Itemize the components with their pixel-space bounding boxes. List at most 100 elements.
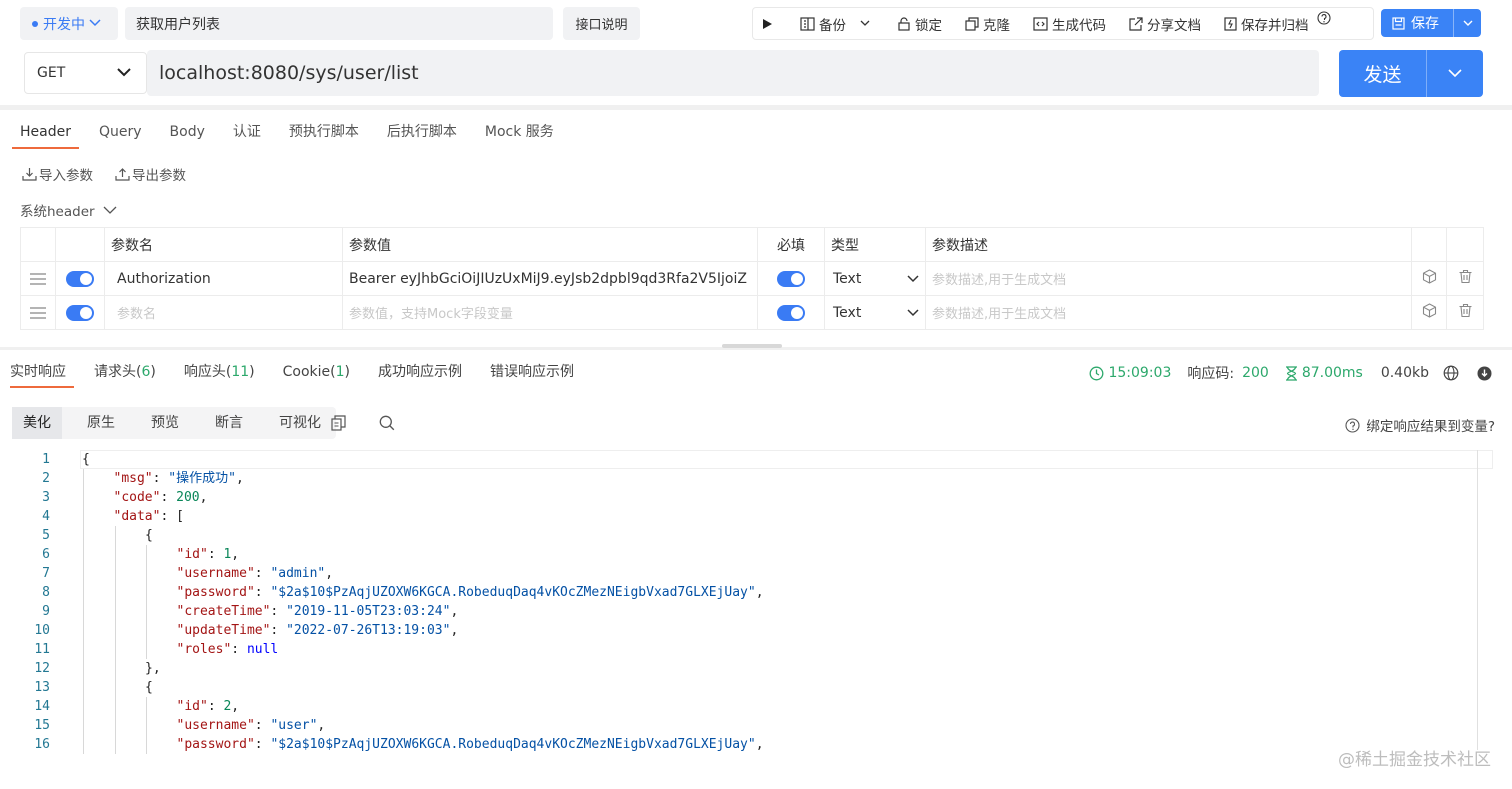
status-dropdown[interactable]: 开发中	[20, 7, 118, 40]
code-line: 1{	[0, 450, 1495, 469]
delete-button[interactable]	[1446, 261, 1484, 296]
required-toggle[interactable]	[757, 261, 825, 296]
api-name-input[interactable]	[125, 7, 553, 40]
line-number: 11	[34, 642, 50, 657]
clone-label: 克隆	[983, 17, 1010, 34]
required-toggle[interactable]	[757, 295, 825, 330]
line-number: 8	[42, 585, 50, 600]
view-tab-visualize[interactable]: 可视化	[268, 407, 332, 439]
drag-handle[interactable]	[20, 261, 56, 296]
param-value-cell[interactable]: Bearer eyJhbGciOiJIUzUxMiJ9.eyJsb2dpbl9q…	[342, 261, 758, 296]
type-select[interactable]: Text	[824, 295, 926, 330]
import-params-button[interactable]: 导入参数	[22, 164, 93, 184]
tab-mock[interactable]: Mock 服务	[485, 122, 554, 150]
code-token: :	[270, 623, 287, 638]
code-token: ,	[317, 718, 326, 733]
status-code: 200	[1242, 365, 1269, 381]
delete-col	[1446, 227, 1484, 262]
param-name-cell[interactable]: Authorization	[104, 261, 343, 296]
table-row-new: 参数名 参数值，支持Mock字段变量 Text 参数描述,用于生成文档	[20, 295, 1484, 330]
send-button[interactable]: 发送	[1339, 50, 1483, 97]
code-token: "2019-11-05T23:03:24"	[286, 604, 451, 619]
panel-resize-handle[interactable]	[722, 344, 782, 348]
drag-col	[20, 227, 56, 262]
download-circle-icon[interactable]	[1477, 366, 1492, 381]
tab-request-headers[interactable]: 请求头(6)	[94, 362, 156, 388]
code-token: :	[254, 718, 271, 733]
share-doc-label: 分享文档	[1147, 17, 1201, 34]
lock-label: 锁定	[915, 17, 942, 34]
tab-cookie[interactable]: Cookie(1)	[283, 362, 350, 388]
clone-button[interactable]: 克隆	[965, 14, 1010, 34]
code-token: "id"	[176, 699, 208, 714]
type-select[interactable]: Text	[824, 261, 926, 296]
code-token: :	[160, 490, 177, 505]
tab-post-script[interactable]: 后执行脚本	[387, 122, 457, 150]
bind-variable-label: 绑定响应结果到变量?	[1366, 419, 1495, 435]
param-desc-cell[interactable]: 参数描述,用于生成文档	[925, 261, 1412, 296]
code-text: "password": "$2a$10$PzAqjUZOXW6KGCA.Robe…	[177, 735, 764, 754]
code-text: "msg": "操作成功",	[114, 469, 244, 488]
line-number: 10	[34, 623, 50, 638]
enable-toggle[interactable]	[55, 295, 105, 330]
lock-button[interactable]: 锁定	[897, 14, 942, 34]
backup-button[interactable]: 备份	[800, 14, 874, 34]
view-tab-pretty[interactable]: 美化	[12, 407, 62, 439]
delete-button[interactable]	[1446, 295, 1484, 330]
cube-icon	[1422, 269, 1436, 284]
save-options-button[interactable]	[1453, 9, 1481, 37]
top-bar: 开发中 接口说明 备份 锁定 克隆 生成代码 分享文档	[0, 0, 1512, 105]
code-token: :	[254, 737, 271, 752]
run-button[interactable]	[761, 18, 777, 30]
globe-icon[interactable]	[1443, 365, 1459, 381]
code-text: "password": "$2a$10$PzAqjUZOXW6KGCA.Robe…	[177, 583, 764, 602]
save-button[interactable]: 保存	[1381, 9, 1481, 37]
mock-button[interactable]	[1411, 261, 1447, 296]
export-params-button[interactable]: 导出参数	[115, 164, 186, 184]
generate-code-button[interactable]: 生成代码	[1033, 14, 1106, 34]
save-archive-button[interactable]: 保存并归档	[1224, 14, 1309, 34]
table-row: Authorization Bearer eyJhbGciOiJIUzUxMiJ…	[20, 261, 1484, 296]
drag-handle[interactable]	[20, 295, 56, 330]
view-tab-assert[interactable]: 断言	[204, 407, 254, 439]
param-name-input[interactable]: 参数名	[104, 295, 343, 330]
copy-icon[interactable]	[331, 415, 346, 431]
tab-error-example[interactable]: 错误响应示例	[490, 362, 574, 388]
view-tab-raw[interactable]: 原生	[76, 407, 126, 439]
help-icon[interactable]	[1316, 10, 1331, 25]
param-desc-input[interactable]: 参数描述,用于生成文档	[925, 295, 1412, 330]
mock-button[interactable]	[1411, 295, 1447, 330]
response-code-editor[interactable]: 1{2 "msg": "操作成功", 3 "code": 200, 4 "data": […	[0, 450, 1495, 754]
send-label: 发送	[1363, 64, 1402, 86]
api-doc-button[interactable]: 接口说明	[563, 7, 640, 40]
tab-response-headers[interactable]: 响应头(11)	[184, 362, 255, 388]
view-tab-preview[interactable]: 预览	[140, 407, 190, 439]
editor-scrollbar[interactable]	[1477, 450, 1478, 750]
chevron-down-icon	[907, 308, 919, 316]
tab-success-example[interactable]: 成功响应示例	[378, 362, 462, 388]
code-token: "updateTime"	[176, 623, 271, 638]
system-header-toggle[interactable]: 系统header	[20, 200, 117, 220]
search-icon[interactable]	[379, 415, 395, 431]
chevron-down-icon	[860, 20, 870, 26]
bind-response-variable[interactable]: 绑定响应结果到变量?	[1345, 415, 1495, 435]
url-input[interactable]: localhost:8080/sys/user/list	[147, 50, 1319, 96]
drag-handle-icon	[30, 272, 46, 285]
indent-guide	[83, 469, 84, 754]
enable-toggle[interactable]	[55, 261, 105, 296]
tab-body[interactable]: Body	[170, 122, 205, 150]
tab-live-response[interactable]: 实时响应	[10, 362, 74, 388]
method-select[interactable]: GET	[24, 52, 147, 94]
param-value-input[interactable]: 参数值，支持Mock字段变量	[342, 295, 758, 330]
play-icon	[763, 18, 772, 29]
share-doc-button[interactable]: 分享文档	[1129, 14, 1201, 34]
tab-pre-script[interactable]: 预执行脚本	[289, 122, 359, 150]
tab-query[interactable]: Query	[99, 122, 142, 150]
code-line: 14 "id": 2,	[0, 697, 1495, 716]
code-text: "roles": null	[177, 640, 279, 659]
tab-suffix: )	[344, 364, 350, 380]
tab-header[interactable]: Header	[12, 122, 79, 150]
send-options-button[interactable]	[1426, 50, 1483, 97]
line-number: 7	[42, 566, 50, 581]
tab-auth[interactable]: 认证	[233, 122, 261, 150]
